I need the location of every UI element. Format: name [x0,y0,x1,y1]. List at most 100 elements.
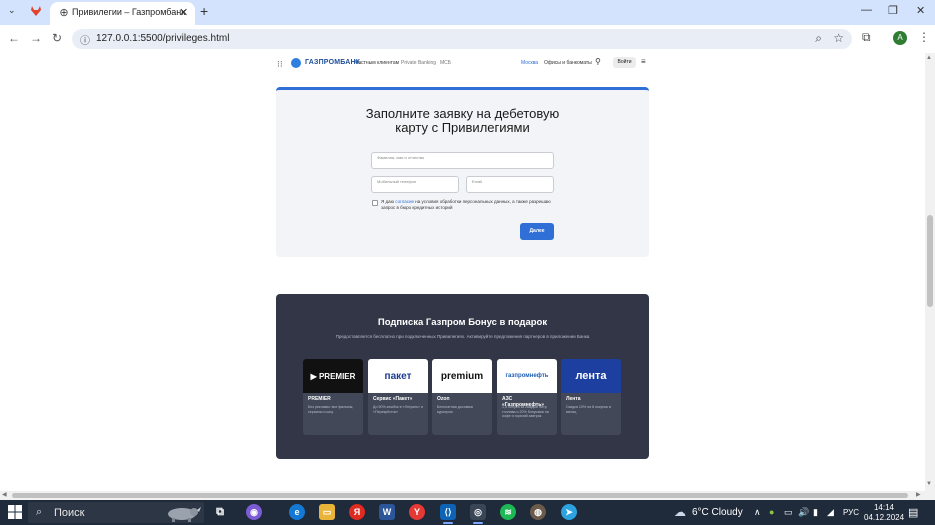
taskbar-search[interactable]: ⌕ Поиск [28,502,204,523]
taskbar-search-placeholder: Поиск [54,507,85,519]
weather-text[interactable]: 6°C Cloudy [692,507,743,518]
scroll-down-icon[interactable]: ▼ [926,481,932,487]
gazprombank-logo-icon[interactable] [291,58,301,68]
email-placeholder: Email [472,179,483,184]
scroll-right-icon[interactable]: ▶ [916,491,921,498]
city-selector[interactable]: Москва [521,60,538,66]
minimize-icon[interactable]: — [861,4,872,16]
bookmark-star-icon[interactable]: ☆ [833,31,844,45]
nav-link-private-banking[interactable]: Private Banking [401,60,436,66]
file-explorer-icon[interactable]: ▭ [319,504,335,520]
wifi-icon[interactable]: ◢ [827,507,834,518]
page-viewport: ⁝⁝ ГАЗПРОМБАНК Частным клиентам Private … [0,53,925,491]
search-icon[interactable]: ⚲ [595,57,601,66]
consent-text: Я даю согласие на условия обработки перс… [381,199,551,210]
vertical-scroll-thumb[interactable] [927,215,933,307]
search-icon: ⌕ [36,506,43,518]
menu-burger-icon[interactable]: ≡ [641,57,646,66]
copilot-icon[interactable]: ◉ [246,504,262,520]
browser-tab-strip: ⌄ ⊕ Привилегии – Газпромбанк ✕ + — ❐ ✕ [0,0,935,25]
partner-card-lenta[interactable]: лента Лента Скидка 10% на 8 покупок в ме… [561,359,621,435]
partner-card-paket[interactable]: пакет Сервис «Пакет» До 50% кешбэк в «Лэ… [368,359,428,435]
tray-app-icon[interactable]: ● [769,507,774,517]
weather-cloud-icon[interactable]: ☁ [674,505,686,519]
vertical-scrollbar[interactable]: ▲ ▼ [925,53,935,491]
fio-input[interactable]: Фамилия, имя и отчество [371,152,554,169]
premier-logo: ▶ PREMIER [303,359,363,393]
site-logo[interactable]: ГАЗПРОМБАНК [305,59,360,66]
partner-card-ozon[interactable]: premium Ozon Бесплатная доставка курьеро… [432,359,492,435]
bonus-subtitle: Предоставляется бесплатно при подключенн… [335,334,590,339]
edge-icon[interactable]: e [289,504,305,520]
paket-logo: пакет [368,359,428,393]
extensions-icon[interactable]: ⧉ [862,30,871,45]
partner-name: Ozon [437,396,450,402]
url-text[interactable]: 127.0.0.1:5500/privileges.html [96,33,229,44]
word-icon[interactable]: W [379,504,395,520]
site-info-icon[interactable]: ⓘ [80,32,90,47]
clock-time: 14:14 [873,503,895,512]
application-form-card: Заполните заявку на дебетовую карту с Пр… [276,87,649,257]
close-window-icon[interactable]: ✕ [916,4,925,17]
telegram-icon[interactable]: ➤ [561,504,577,520]
new-tab-icon[interactable]: + [200,3,208,19]
spotify-icon[interactable]: ≋ [500,504,516,520]
globe-icon: ⊕ [59,7,69,19]
gitlab-icon[interactable] [30,5,42,17]
browser-tab-active[interactable]: ⊕ Привилегии – Газпромбанк ✕ [50,2,195,25]
gazpromneft-logo: газпромнефть [497,359,557,393]
partner-desc: До 50% кешбэк в «Лэтуаль» и «Перекрёсток… [373,405,424,414]
volume-icon[interactable]: 🔊 [798,507,809,518]
reload-icon[interactable]: ↻ [52,31,62,45]
form-title: Заполните заявку на дебетовую карту с Пр… [365,106,560,135]
submit-button[interactable]: Далее [520,223,554,240]
scroll-up-icon[interactable]: ▲ [926,55,932,61]
phone-placeholder: Мобильный телефон [377,179,417,184]
yandex-icon[interactable]: Y [409,504,425,520]
yandex-browser-icon[interactable]: Я [349,504,365,520]
ozon-premium-logo: premium [432,359,492,393]
bonus-subscription-card: Подписка Газпром Бонус в подарок Предост… [276,294,649,459]
back-arrow-icon[interactable]: ← [8,31,20,45]
partner-card-premier[interactable]: ▶ PREMIER PREMIER Без рекламы: все фильм… [303,359,363,435]
partner-desc: Без рекламы: все фильмы, сериалы и шоу [308,405,354,414]
nav-link-private-clients[interactable]: Частным клиентам [355,60,399,66]
tab-search-chevron-icon[interactable]: ⌄ [8,5,16,16]
battery-icon[interactable]: ▮ [813,507,818,518]
horizontal-scroll-thumb[interactable] [12,493,908,498]
nav-link-offices[interactable]: Офисы и банкоматы [544,60,592,66]
partner-desc: 1,5 бонуса за каждый литр топлива и 20% … [502,405,549,418]
vscode-icon[interactable]: ⟨⟩ [440,504,456,520]
address-bar[interactable]: ⓘ 127.0.0.1:5500/privileges.html ⌕ ☆ [72,29,852,49]
input-language[interactable]: РУС [843,508,859,517]
taskbar-clock[interactable]: 14:14 04.12.2024 [864,503,904,523]
consent-checkbox[interactable] [372,200,378,206]
browser-menu-icon[interactable]: ⋮ [918,30,930,44]
partner-name: Сервис «Пакет» [373,396,413,402]
app-icon[interactable]: ◍ [530,504,546,520]
partner-name: PREMIER [308,396,331,402]
profile-avatar[interactable]: A [893,31,907,45]
close-tab-icon[interactable]: ✕ [179,6,188,19]
tray-overflow-chevron-icon[interactable]: ∧ [754,507,761,518]
consent-link[interactable]: согласие [395,199,414,204]
restore-icon[interactable]: ❐ [888,4,898,17]
tray-vpn-icon[interactable]: ▭ [784,507,793,518]
windows-start-icon[interactable] [8,505,22,519]
phone-input[interactable]: Мобильный телефон [371,176,459,193]
forward-arrow-icon[interactable]: → [30,31,42,45]
apps-grid-icon[interactable]: ⁝⁝ [277,59,283,70]
task-view-icon[interactable]: ⧉ [212,504,228,520]
partner-desc: Скидка 10% на 8 покупок в месяц [566,405,611,414]
login-button[interactable]: Войти [613,57,636,68]
email-input[interactable]: Email [466,176,554,193]
horizontal-scrollbar[interactable]: ◀ ▶ [0,491,935,500]
scroll-left-icon[interactable]: ◀ [2,491,7,498]
chrome-icon[interactable]: ◎ [470,504,486,520]
taskbar: ⌕ Поиск ⧉ ◉ e ▭ Я W Y ⟨⟩ ◎ ≋ ◍ ➤ ☁ 6°C C… [0,500,935,525]
notifications-icon[interactable]: ▤ [908,506,918,519]
lenta-logo: лента [561,359,621,393]
zoom-icon[interactable]: ⌕ [815,31,822,46]
nav-link-msb[interactable]: МСБ [440,60,451,66]
partner-card-gazpromneft[interactable]: газпромнефть АЗС «Газпромнефть» 1,5 бону… [497,359,557,435]
